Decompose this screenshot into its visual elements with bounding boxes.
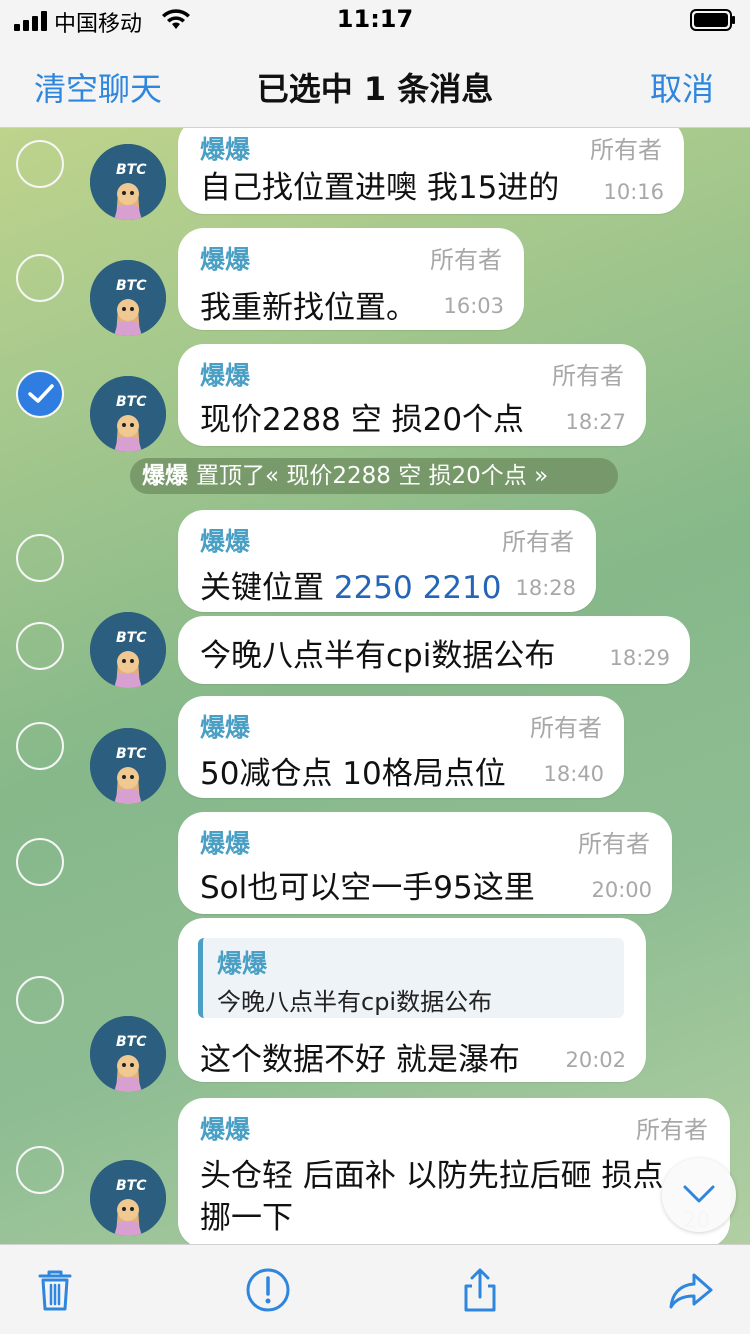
trash-icon[interactable] [32,1267,78,1313]
message-text: 这个数据不好 就是瀑布 [200,1042,520,1078]
role-badge: 所有者 [530,714,602,742]
sender-name: 爆爆 [200,361,251,390]
select-checkbox[interactable] [16,976,64,1024]
quote-sender: 爆爆 [217,949,268,978]
sender-name: 爆爆 [200,1115,251,1144]
svg-text:BTC: BTC [116,278,147,294]
message-text: 关键位置 2250 2210 [200,562,502,607]
message-text: 现价2288 空 损20个点 [200,402,525,438]
svg-text:BTC: BTC [116,630,147,646]
pin-text: 置顶了« 现价2288 空 损20个点 » [196,463,549,489]
avatar[interactable]: BTC [90,260,166,336]
message-bubble[interactable]: 爆爆 所有者 自己找位置进噢 我15进的 10:16 [178,128,684,214]
svg-text:BTC: BTC [116,394,147,410]
selection-toolbar [0,1244,750,1334]
exclamation-icon[interactable] [245,1267,291,1313]
cancel-button[interactable]: 取消 [650,64,714,110]
reply-quote[interactable]: 爆爆 今晚八点半有cpi数据公布 [198,938,624,1018]
sender-name: 爆爆 [200,245,251,274]
forward-icon[interactable] [668,1267,714,1313]
message-bubble[interactable]: 爆爆 所有者 我重新找位置。 16:03 [178,228,524,330]
role-badge: 所有者 [430,246,502,274]
select-checkbox-checked[interactable] [16,370,64,418]
status-bar: 中国移动 11:17 [0,0,750,40]
message-time: 18:27 [565,410,626,434]
role-badge: 所有者 [552,362,624,390]
select-checkbox[interactable] [16,140,64,188]
battery-icon [690,9,735,31]
message-bubble[interactable]: 爆爆 所有者 50减仓点 10格局点位 18:40 [178,696,624,798]
svg-text:BTC: BTC [116,1034,147,1050]
message-text-line-2: 挪一下 [200,1200,293,1236]
message-bubble[interactable]: 爆爆 所有者 头仓轻 后面补 以防先拉后砸 损点 挪一下 20 [178,1098,730,1244]
message-time: 10:16 [603,180,664,204]
message-text: 我重新找位置。 [200,290,417,326]
message-bubble[interactable]: 爆爆 所有者 关键位置 2250 2210 18:28 [178,510,596,612]
pin-sender: 爆爆 [142,463,188,489]
svg-text:BTC: BTC [116,1178,147,1194]
message-text-prefix: 关键位置 [200,570,334,606]
avatar[interactable]: BTC [90,1016,166,1092]
sender-name: 爆爆 [200,135,251,164]
share-icon[interactable] [457,1267,503,1313]
select-checkbox[interactable] [16,622,64,670]
scroll-to-bottom-button[interactable] [662,1158,736,1232]
message-time: 20:02 [565,1048,626,1072]
message-text: 50减仓点 10格局点位 [200,756,506,792]
pinned-notice[interactable]: 爆爆 置顶了« 现价2288 空 损20个点 » [130,458,618,494]
page-title: 已选中 1 条消息 [256,70,494,108]
select-checkbox[interactable] [16,254,64,302]
svg-text:BTC: BTC [116,746,147,762]
message-bubble[interactable]: 爆爆 所有者 Sol也可以空一手95这里 20:00 [178,812,672,914]
message-bubble[interactable]: 爆爆 所有者 现价2288 空 损20个点 18:27 [178,344,646,446]
message-time: 18:40 [543,762,604,786]
select-checkbox[interactable] [16,534,64,582]
sender-name: 爆爆 [200,713,251,742]
price-link[interactable]: 2250 2210 [334,570,502,606]
svg-text:BTC: BTC [116,162,147,178]
role-badge: 所有者 [502,528,574,556]
message-time: 18:29 [609,646,670,670]
sender-name: 爆爆 [200,527,251,556]
message-text: Sol也可以空一手95这里 [200,870,535,906]
message-time: 18:28 [515,576,576,600]
message-text-line-1: 头仓轻 后面补 以防先拉后砸 损点 [200,1158,664,1194]
avatar[interactable]: BTC [90,376,166,452]
reply-message-bubble[interactable]: 爆爆 今晚八点半有cpi数据公布 这个数据不好 就是瀑布 20:02 [178,918,646,1082]
message-time: 16:03 [443,294,504,318]
clock-time: 11:17 [336,5,414,33]
avatar[interactable]: BTC [90,144,166,220]
role-badge: 所有者 [578,830,650,858]
chevron-down-icon [683,1185,715,1203]
avatar[interactable]: BTC [90,612,166,688]
message-text: 自己找位置进噢 我15进的 [200,170,560,206]
message-bubble[interactable]: 今晚八点半有cpi数据公布 18:29 [178,616,690,684]
avatar[interactable]: BTC [90,728,166,804]
chat-list[interactable]: BTC 爆爆 所有者 自己找位置进噢 我15进的 10:16 BTC 爆爆 所有… [0,128,750,1244]
role-badge: 所有者 [590,136,662,164]
quote-text: 今晚八点半有cpi数据公布 [217,988,493,1016]
avatar[interactable]: BTC [90,1160,166,1236]
role-badge: 所有者 [636,1116,708,1144]
select-checkbox[interactable] [16,838,64,886]
nav-bar: 清空聊天 已选中 1 条消息 取消 [0,40,750,128]
select-checkbox[interactable] [16,1146,64,1194]
message-text: 今晚八点半有cpi数据公布 [200,638,556,674]
message-time: 20:00 [591,878,652,902]
sender-name: 爆爆 [200,829,251,858]
select-checkbox[interactable] [16,722,64,770]
checkmark-icon [28,384,54,403]
